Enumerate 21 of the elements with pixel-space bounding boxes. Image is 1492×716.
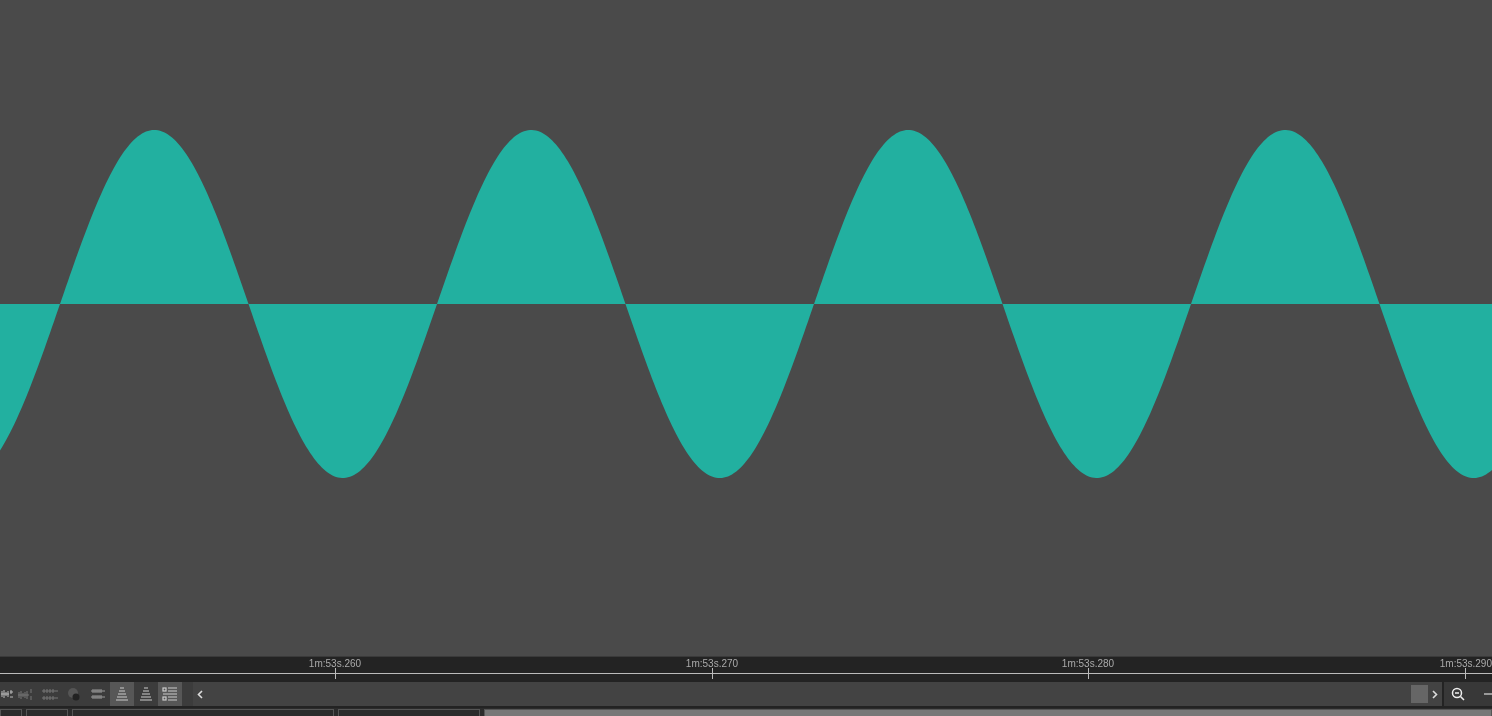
- waveform-icon: [0, 687, 14, 701]
- scroll-left-button[interactable]: [193, 682, 207, 706]
- waveform-icon: [41, 687, 59, 701]
- toolbar-button[interactable]: [110, 682, 134, 706]
- list-icon: [162, 686, 178, 702]
- time-label: 1m:53s.260: [308, 658, 362, 669]
- scroll-right-button[interactable]: [1428, 682, 1442, 706]
- waveform-icon: [17, 687, 35, 701]
- scrollbar-thumb[interactable]: [1411, 685, 1428, 703]
- toolbar-button[interactable]: [158, 682, 182, 706]
- chevron-left-icon: [197, 689, 203, 699]
- time-label: 1m:53s.290: [1439, 658, 1492, 669]
- record-icon: [67, 687, 81, 701]
- levels-icon: [139, 686, 153, 702]
- time-label: 1m:53s.270: [685, 658, 739, 669]
- levels-icon: [115, 686, 129, 702]
- waveform-icon: [90, 687, 106, 701]
- time-label: 1m:53s.280: [1061, 658, 1115, 669]
- zoom-out-icon: [1451, 687, 1465, 701]
- zoom-out-button[interactable]: [1444, 682, 1472, 706]
- chevron-right-icon: [1432, 689, 1438, 699]
